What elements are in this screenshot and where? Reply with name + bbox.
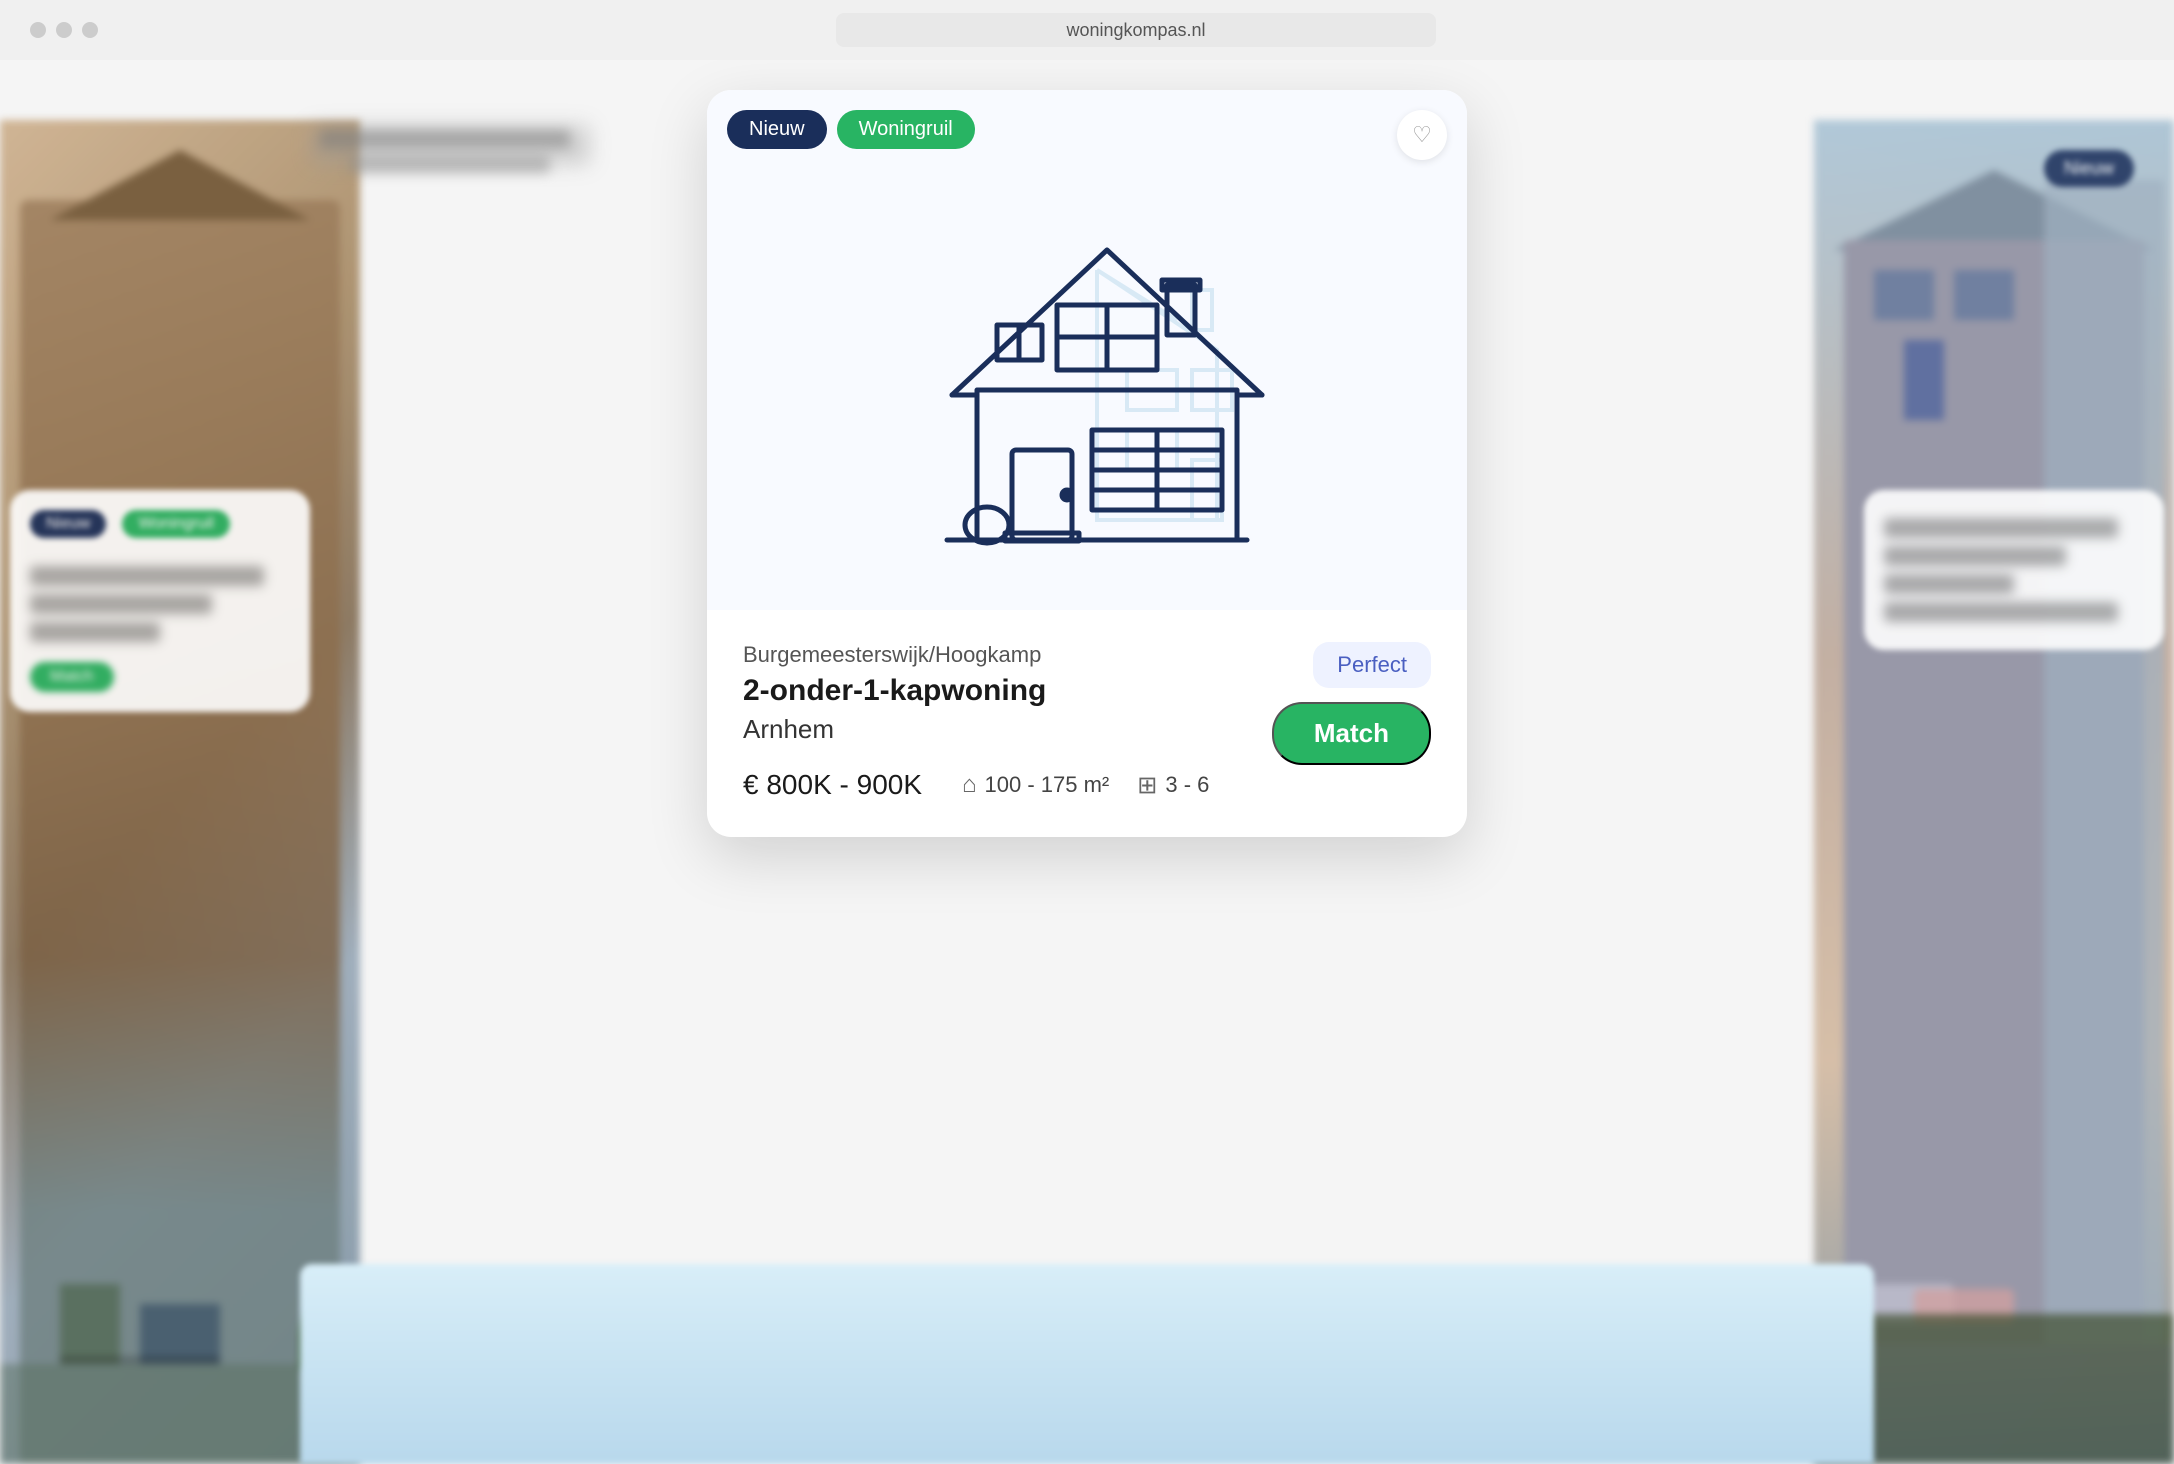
favorite-button[interactable]: ♡ — [1397, 110, 1447, 160]
right-card-text-3 — [1884, 574, 2014, 594]
card-left-section: Burgemeesterswijk/Hoogkamp 2-onder-1-kap… — [743, 642, 1272, 801]
maximize-button[interactable] — [82, 22, 98, 38]
right-house-image — [1814, 120, 2174, 1464]
right-card-text-2 — [1884, 546, 2066, 566]
left-card-text-3 — [30, 622, 160, 642]
card-right-section: Perfect Match — [1272, 642, 1431, 765]
property-card: Nieuw Woningruil ♡ — [707, 90, 1467, 837]
right-card-text-4 — [1884, 602, 2118, 622]
left-blurred-card: Nieuw Woningruil Match — [10, 490, 310, 712]
left-card-woningruil-badge: Woningruil — [122, 510, 229, 538]
url-text: woningkompas.nl — [1066, 20, 1205, 41]
left-card-text-2 — [30, 594, 212, 614]
left-card-text-1 — [30, 566, 264, 586]
close-button[interactable] — [30, 22, 46, 38]
city: Arnhem — [743, 714, 1272, 745]
perfect-badge: Perfect — [1313, 642, 1431, 688]
blurred-line-1 — [310, 125, 590, 165]
traffic-lights — [30, 22, 98, 38]
left-card-nieuw-badge: Nieuw — [30, 510, 106, 538]
rooms-spec: ⊞ 3 - 6 — [1137, 771, 1209, 800]
card-info: Burgemeesterswijk/Hoogkamp 2-onder-1-kap… — [707, 610, 1467, 837]
house-type: 2-onder-1-kapwoning — [743, 674, 1272, 708]
right-blurred-card — [1864, 490, 2164, 650]
size-spec: ⌂ 100 - 175 m² — [962, 771, 1109, 799]
heart-icon: ♡ — [1412, 122, 1432, 148]
right-top-badge: Nieuw — [2044, 150, 2134, 187]
woningruil-badge: Woningruil — [837, 110, 975, 149]
left-card-match-badge: Match — [30, 662, 114, 692]
size-value: 100 - 175 m² — [985, 772, 1110, 798]
left-house-image — [0, 120, 360, 1464]
address-bar[interactable]: woningkompas.nl — [836, 13, 1436, 47]
house-illustration — [897, 150, 1277, 550]
nieuw-badge: Nieuw — [727, 110, 827, 149]
match-button[interactable]: Match — [1272, 702, 1431, 765]
specs-row: ⌂ 100 - 175 m² ⊞ 3 - 6 — [962, 771, 1209, 800]
card-image-area: Nieuw Woningruil ♡ — [707, 90, 1467, 610]
card-badges: Nieuw Woningruil — [727, 110, 975, 149]
price: € 800K - 900K — [743, 769, 922, 801]
bed-icon: ⊞ — [1137, 771, 1157, 800]
neighborhood: Burgemeesterswijk/Hoogkamp — [743, 642, 1272, 668]
rooms-value: 3 - 6 — [1165, 772, 1209, 798]
right-card-text-1 — [1884, 518, 2118, 538]
browser-chrome: woningkompas.nl — [0, 0, 2174, 60]
house-icon: ⌂ — [962, 771, 977, 799]
minimize-button[interactable] — [56, 22, 72, 38]
bottom-scene — [300, 1264, 1874, 1464]
